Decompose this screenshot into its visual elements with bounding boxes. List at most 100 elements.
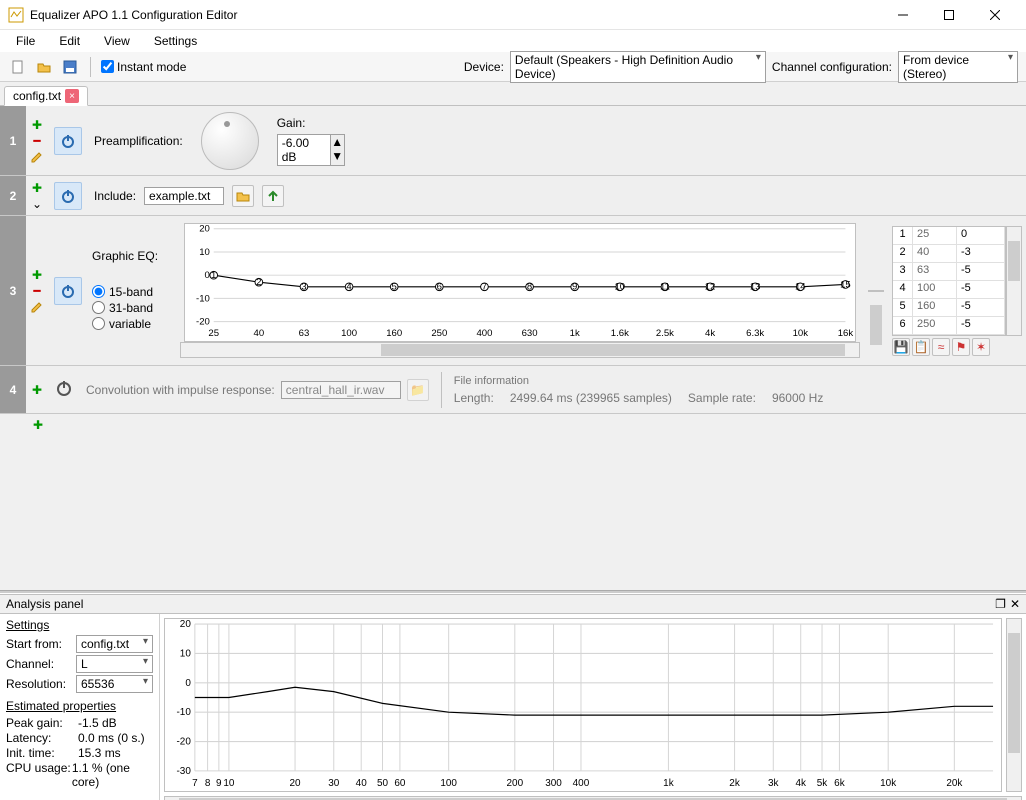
svg-text:14: 14 — [795, 281, 806, 292]
plot-hscroll[interactable] — [164, 796, 1022, 800]
svg-text:6: 6 — [437, 281, 442, 292]
instant-mode-toggle[interactable]: Instant mode — [101, 60, 186, 74]
geq-label: Graphic EQ: — [92, 249, 172, 263]
analysis-plot[interactable]: 20100-10-20-3078910203040506010020030040… — [164, 618, 1002, 792]
init-time-value: 15.3 ms — [78, 746, 121, 760]
device-select[interactable]: Default (Speakers - High Definition Audi… — [510, 51, 766, 83]
latency-value: 0.0 ms (0 s.) — [78, 731, 145, 745]
save-file-icon[interactable] — [60, 57, 80, 77]
table-flag3-icon[interactable]: ✶ — [972, 338, 990, 356]
band-31-radio[interactable]: 31-band — [92, 301, 172, 315]
include-file-input[interactable] — [144, 187, 224, 205]
geq-hscroll[interactable] — [180, 342, 860, 358]
table-row[interactable]: 4100-5 — [893, 281, 1005, 299]
svg-text:10: 10 — [614, 281, 625, 292]
preamp-label: Preamplification: — [94, 134, 183, 148]
geq-vscroll[interactable] — [868, 290, 884, 292]
svg-text:4k: 4k — [705, 328, 715, 339]
close-button[interactable] — [972, 0, 1018, 30]
table-copy-icon[interactable]: 📋 — [912, 338, 930, 356]
svg-text:250: 250 — [431, 328, 447, 339]
svg-text:400: 400 — [476, 328, 492, 339]
conv-label: Convolution with impulse response: — [86, 383, 275, 397]
table-row[interactable]: 1250 — [893, 227, 1005, 245]
plot-vscroll[interactable] — [1006, 618, 1022, 792]
band-15-radio[interactable]: 15-band — [92, 285, 172, 299]
add-icon[interactable]: ✚ — [29, 383, 45, 397]
table-flag1-icon[interactable]: ≈ — [932, 338, 950, 356]
remove-icon[interactable]: ━ — [29, 134, 45, 148]
row-graphic-eq: 3 ✚ ━ Graphic EQ: 15-band 31-band variab… — [0, 216, 1026, 366]
minimize-button[interactable] — [880, 0, 926, 30]
gain-value[interactable]: -6.00 dB — [277, 134, 331, 166]
gain-knob[interactable] — [201, 112, 259, 170]
svg-text:6k: 6k — [834, 778, 845, 789]
edit-icon[interactable] — [29, 150, 45, 164]
gain-spinner[interactable]: -6.00 dB ▲▼ — [277, 134, 345, 166]
table-row[interactable]: 363-5 — [893, 263, 1005, 281]
resolution-select[interactable]: 65536 — [76, 675, 153, 693]
menu-view[interactable]: View — [94, 32, 140, 50]
svg-text:8: 8 — [527, 281, 532, 292]
channel-config-value: From device (Stereo) — [903, 53, 969, 81]
open-file-icon[interactable]: 📁 — [407, 379, 429, 401]
power-toggle[interactable] — [54, 182, 82, 210]
power-toggle[interactable] — [54, 127, 82, 155]
maximize-button[interactable] — [926, 0, 972, 30]
svg-text:20k: 20k — [946, 778, 963, 789]
channel-select[interactable]: L — [76, 655, 153, 673]
row-number: 1 — [0, 106, 26, 175]
svg-text:9: 9 — [572, 281, 577, 292]
menu-file[interactable]: File — [6, 32, 45, 50]
table-flag2-icon[interactable]: ⚑ — [952, 338, 970, 356]
remove-icon[interactable]: ━ — [29, 284, 45, 298]
svg-text:9: 9 — [216, 778, 222, 789]
menu-edit[interactable]: Edit — [49, 32, 90, 50]
table-row[interactable]: 240-3 — [893, 245, 1005, 263]
power-toggle-off[interactable] — [54, 378, 74, 401]
geq-data-table[interactable]: 1250240-3363-54100-55160-56250-5 — [892, 226, 1006, 336]
upload-icon[interactable] — [262, 185, 284, 207]
new-file-icon[interactable] — [8, 57, 28, 77]
svg-text:50: 50 — [377, 778, 388, 789]
close-panel-icon[interactable]: ✕ — [1010, 597, 1020, 611]
svg-text:11: 11 — [660, 281, 670, 292]
file-tab[interactable]: config.txt × — [4, 86, 88, 106]
menu-settings[interactable]: Settings — [144, 32, 207, 50]
add-icon[interactable]: ✚ — [29, 181, 45, 195]
open-folder-icon[interactable] — [232, 185, 254, 207]
band-variable-radio[interactable]: variable — [92, 317, 172, 331]
svg-text:7: 7 — [192, 778, 198, 789]
device-value: Default (Speakers - High Definition Audi… — [515, 53, 733, 81]
svg-text:12: 12 — [705, 281, 716, 292]
start-from-select[interactable]: config.txt — [76, 635, 153, 653]
svg-text:7: 7 — [482, 281, 487, 292]
table-save-icon[interactable]: 💾 — [892, 338, 910, 356]
channel-label: Channel: — [6, 657, 76, 671]
power-toggle[interactable] — [54, 277, 82, 305]
open-file-icon[interactable] — [34, 57, 54, 77]
toolbar: Instant mode Device: Default (Speakers -… — [0, 52, 1026, 82]
table-row[interactable]: 5160-5 — [893, 299, 1005, 317]
instant-mode-checkbox[interactable] — [101, 60, 114, 73]
file-info-label: File information — [454, 375, 824, 387]
expand-icon[interactable]: ⌄ — [29, 197, 45, 211]
svg-text:60: 60 — [394, 778, 405, 789]
table-vscroll[interactable] — [1006, 226, 1022, 336]
svg-text:4k: 4k — [795, 778, 806, 789]
edit-icon[interactable] — [29, 300, 45, 314]
geq-chart[interactable]: 20100-10-202540631001602504006301k1.6k2.… — [184, 223, 856, 343]
peak-gain-value: -1.5 dB — [78, 716, 117, 730]
titlebar: Equalizer APO 1.1 Configuration Editor — [0, 0, 1026, 30]
include-label: Include: — [94, 189, 136, 203]
table-row[interactable]: 6250-5 — [893, 317, 1005, 335]
svg-text:100: 100 — [341, 328, 357, 339]
add-icon[interactable]: ✚ — [29, 268, 45, 282]
svg-text:6.3k: 6.3k — [746, 328, 764, 339]
add-icon[interactable]: ✚ — [29, 118, 45, 132]
channel-config-select[interactable]: From device (Stereo) — [898, 51, 1018, 83]
detach-icon[interactable]: ❐ — [995, 597, 1006, 611]
close-tab-icon[interactable]: × — [65, 89, 79, 103]
svg-text:10k: 10k — [793, 328, 809, 339]
add-row-icon[interactable]: ✚ — [30, 418, 46, 432]
